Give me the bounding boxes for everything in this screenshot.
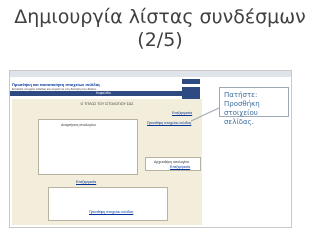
callout-pointer-line bbox=[190, 107, 220, 122]
callout-box: Πατήστε: Προσθήκη στοιχείου σελίδας. bbox=[219, 87, 289, 126]
callout-line-2: στοιχείου σελίδας. bbox=[224, 109, 258, 126]
callout-line-1: Πατήστε: Προσθήκη bbox=[224, 91, 260, 108]
